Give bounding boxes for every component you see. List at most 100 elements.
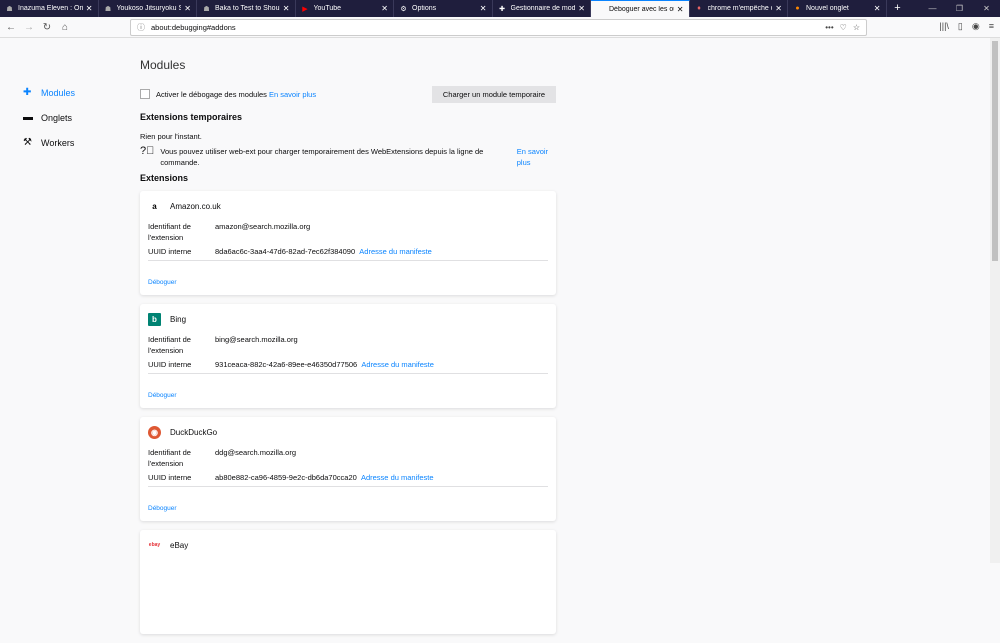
id-label: Identifiant de l'extension bbox=[148, 335, 191, 355]
close-window-button[interactable]: ✕ bbox=[973, 0, 1000, 17]
account-icon[interactable]: ◉ bbox=[972, 21, 980, 32]
sidebar-item-tabs[interactable]: ▬ Onglets bbox=[23, 105, 75, 130]
sidebar-label: Onglets bbox=[41, 112, 73, 123]
ghost-icon: ☗ bbox=[104, 5, 112, 13]
uuid-label: UUID interne bbox=[148, 247, 192, 256]
more-icon[interactable]: ••• bbox=[825, 23, 833, 32]
close-tab-icon[interactable]: ✕ bbox=[775, 4, 782, 13]
puzzle-icon: ✚ bbox=[23, 87, 32, 98]
extensions-heading: Extensions bbox=[140, 173, 189, 183]
close-tab-icon[interactable]: ✕ bbox=[184, 4, 191, 13]
tab-title: Inazuma Eleven : Orion no Kokuin bbox=[18, 5, 83, 12]
info-icon[interactable]: ⓘ bbox=[137, 22, 145, 33]
id-label: Identifiant de l'extension bbox=[148, 448, 191, 468]
extension-name: eBay bbox=[170, 540, 189, 550]
firefox-icon: ● bbox=[795, 5, 800, 12]
close-tab-icon[interactable]: ✕ bbox=[874, 4, 881, 13]
tab[interactable]: ● Nouvel onglet ✕ bbox=[788, 0, 887, 17]
close-tab-icon[interactable]: ✕ bbox=[480, 4, 487, 13]
learn-more-link[interactable]: En savoir plus bbox=[269, 90, 316, 99]
puzzle-icon: ✚ bbox=[499, 5, 505, 13]
id-label: Identifiant de l'extension bbox=[148, 222, 191, 242]
tab[interactable]: ⚙ Options ✕ bbox=[394, 0, 493, 17]
load-temporary-addon-button[interactable]: Charger un module temporaire bbox=[431, 85, 556, 103]
learn-more-link-2[interactable]: En savoir plus bbox=[517, 146, 556, 168]
tab-title: Youkoso Jitsuryoku Shijou bbox=[116, 5, 182, 12]
sidebar: ✚ Modules ▬ Onglets ⚒ Workers bbox=[23, 80, 75, 155]
url-text: about:debugging#addons bbox=[151, 23, 236, 32]
extension-uuid: 931ceaca-882c-42a6-89ee-e46350d77506 bbox=[215, 360, 358, 369]
tab-bar: ☗Inazuma Eleven : Orion no Kokuin✕☗Youko… bbox=[0, 0, 1000, 17]
tab[interactable]: ♦ chrome m'empêche de ✕ bbox=[690, 0, 788, 17]
temporary-extensions-heading: Extensions temporaires bbox=[140, 112, 243, 122]
sidebar-label: Modules bbox=[41, 87, 76, 98]
close-tab-icon[interactable]: ✕ bbox=[677, 5, 684, 14]
pocket-icon[interactable]: ♡ bbox=[840, 23, 847, 32]
tab[interactable]: ☗ Baka to Test to Shoukanjuu✕ bbox=[197, 0, 296, 17]
new-tab-button[interactable]: + bbox=[887, 0, 909, 17]
back-button[interactable]: ← bbox=[2, 22, 20, 33]
tools-icon: ⚒ bbox=[23, 137, 32, 148]
close-tab-icon[interactable]: ✕ bbox=[86, 4, 93, 13]
tab[interactable]: ✚ Gestionnaire de modules✕ bbox=[493, 0, 591, 17]
webext-hint: Vous pouvez utiliser web-ext pour charge… bbox=[160, 147, 484, 167]
menu-icon[interactable]: ≡ bbox=[989, 21, 994, 32]
extension-card: b Bing Identifiant de l'extension bing@sear… bbox=[140, 304, 556, 408]
debug-link[interactable]: Déboguer bbox=[148, 279, 177, 286]
close-tab-icon[interactable]: ✕ bbox=[381, 4, 388, 13]
restore-button[interactable]: ❐ bbox=[946, 0, 973, 17]
enable-debug-checkbox[interactable] bbox=[140, 89, 150, 99]
close-tab-icon[interactable]: ✕ bbox=[283, 4, 290, 13]
extension-id: amazon@search.mozilla.org bbox=[215, 222, 311, 231]
tab-title: Gestionnaire de modules bbox=[510, 5, 576, 12]
tab-title: Déboguer avec les outils de développemen… bbox=[609, 5, 674, 13]
minimize-button[interactable]: — bbox=[919, 0, 946, 17]
forward-button[interactable]: → bbox=[20, 22, 38, 33]
duckduckgo-logo-icon: ◉ bbox=[148, 425, 161, 439]
extension-card: a Amazon.co.uk Identifiant de l'extension a… bbox=[140, 191, 556, 295]
uuid-label: UUID interne bbox=[148, 473, 192, 482]
url-bar[interactable]: ⓘ about:debugging#addons ••• ♡ ☆ bbox=[130, 19, 867, 36]
tab[interactable]: ☗ Inazuma Eleven : Orion no Kokuin✕ bbox=[0, 0, 99, 17]
tab[interactable]: ▶ YouTube ✕ bbox=[296, 0, 394, 17]
tab-title: chrome m'empêche de bbox=[707, 5, 773, 12]
tab-title: Nouvel onglet bbox=[806, 5, 849, 12]
extension-id: bing@search.mozilla.org bbox=[215, 335, 298, 344]
ghost-icon: ☗ bbox=[6, 5, 13, 13]
close-tab-icon[interactable]: ✕ bbox=[578, 4, 585, 13]
ebay-logo-icon: ebay bbox=[148, 538, 161, 552]
extension-id: ddg@search.mozilla.org bbox=[215, 448, 296, 457]
youtube-icon: ▶ bbox=[302, 5, 308, 13]
main-content: Modules Activer le débogage des modules … bbox=[140, 58, 556, 643]
library-icon[interactable]: |||\ bbox=[939, 21, 949, 32]
scrollbar-thumb[interactable] bbox=[992, 41, 998, 261]
sidebar-item-modules[interactable]: ✚ Modules bbox=[23, 80, 75, 105]
extension-uuid: 8da6ac6c-3aa4-47d6-82ad-7ec62f384090 bbox=[215, 247, 356, 256]
tab[interactable]: Déboguer avec les outils de développemen… bbox=[591, 0, 690, 17]
reload-button[interactable]: ↻ bbox=[38, 22, 56, 33]
amazon-logo-icon: a bbox=[148, 199, 161, 213]
gear-icon: ⚙ bbox=[400, 5, 407, 13]
tab-title: Baka to Test to Shoukanjuu bbox=[215, 5, 280, 12]
page-title: Modules bbox=[140, 58, 186, 72]
empty-text: Rien pour l'instant. bbox=[140, 132, 202, 141]
fire-icon: ♦ bbox=[697, 5, 701, 12]
enable-debug-label: Activer le débogage des modules bbox=[156, 89, 267, 99]
extension-uuid: ab80e882-ca96-4859-9e2c-db6da70cca20 bbox=[215, 473, 357, 482]
manifest-link[interactable]: Adresse du manifeste bbox=[361, 359, 434, 370]
nav-bar: ← → ↻ ⌂ ⓘ about:debugging#addons ••• ♡ ☆ |… bbox=[0, 17, 1000, 38]
debug-link[interactable]: Déboguer bbox=[148, 505, 177, 512]
bookmark-star-icon[interactable]: ☆ bbox=[853, 23, 860, 32]
tab[interactable]: ☗ Youkoso Jitsuryoku Shijou✕ bbox=[99, 0, 197, 17]
tab-icon: ▬ bbox=[23, 112, 33, 123]
debug-link[interactable]: Déboguer bbox=[148, 392, 177, 399]
manifest-link[interactable]: Adresse du manifeste bbox=[361, 472, 434, 483]
extension-card: ebay eBay bbox=[140, 530, 556, 634]
home-button[interactable]: ⌂ bbox=[56, 22, 74, 33]
extension-name: Amazon.co.uk bbox=[170, 201, 221, 211]
bing-logo-icon: b bbox=[148, 312, 161, 326]
manifest-link[interactable]: Adresse du manifeste bbox=[359, 246, 432, 257]
sidebar-toggle-icon[interactable]: ▯ bbox=[958, 21, 963, 32]
extension-name: DuckDuckGo bbox=[170, 427, 218, 437]
sidebar-item-workers[interactable]: ⚒ Workers bbox=[23, 130, 75, 155]
